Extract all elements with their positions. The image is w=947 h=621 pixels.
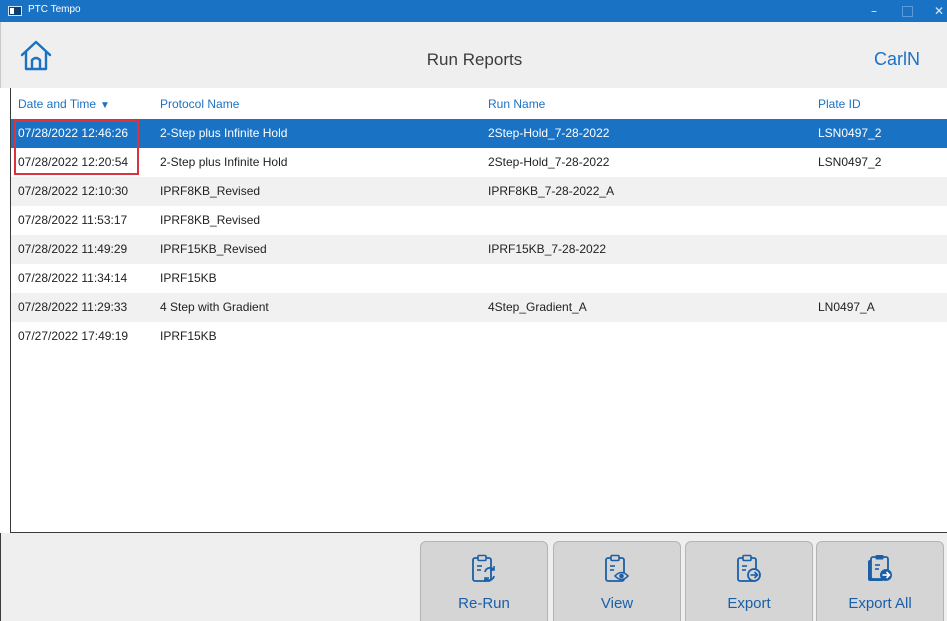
cell-protocol-name: IPRF15KB: [160, 329, 217, 343]
cell-protocol-name: IPRF15KB_Revised: [160, 242, 267, 256]
cell-date-time: 07/28/2022 11:53:17: [18, 213, 128, 227]
cell-plate-id: LSN0497_2: [818, 155, 882, 169]
page-header: Run Reports CarlN: [0, 22, 947, 88]
cell-protocol-name: IPRF8KB_Revised: [160, 213, 261, 227]
close-button[interactable]: ✕: [925, 0, 947, 22]
export-all-button[interactable]: Export All: [816, 541, 944, 621]
column-header-plate-id[interactable]: Plate ID: [818, 97, 861, 111]
rerun-button-label: Re-Run: [458, 595, 510, 612]
cell-date-time: 07/28/2022 11:29:33: [18, 300, 128, 314]
table-row[interactable]: 07/28/2022 11:53:17 IPRF8KB_Revised: [11, 206, 947, 235]
table-header: Date and Time ▼ Protocol Name Run Name Pl…: [11, 88, 947, 119]
title-bar: PTC Tempo – ✕: [0, 0, 947, 22]
table-row[interactable]: 07/28/2022 11:29:33 4 Step with Gradient…: [11, 293, 947, 322]
view-button[interactable]: View: [553, 541, 681, 621]
clipboard-export-all-icon: [868, 555, 892, 581]
page-title: Run Reports: [426, 50, 523, 69]
cell-date-time: 07/27/2022 17:49:19: [18, 329, 129, 343]
minimize-button[interactable]: –: [860, 0, 888, 22]
app-icon: [8, 6, 22, 16]
column-header-date-time-label: Date and Time: [18, 97, 97, 111]
clipboard-view-icon: [605, 554, 630, 582]
export-button-label: Export: [727, 595, 771, 612]
cell-date-time: 07/28/2022 12:46:26: [18, 126, 129, 140]
table-row[interactable]: 07/28/2022 12:20:54 2-Step plus Infinite…: [11, 148, 947, 177]
cell-protocol-name: IPRF15KB: [160, 271, 217, 285]
run-reports-table: Date and Time ▼ Protocol Name Run Name Pl…: [10, 88, 947, 533]
column-header-date-time[interactable]: Date and Time ▼: [18, 97, 110, 111]
table-row[interactable]: 07/28/2022 11:49:29 IPRF15KB_Revised IPR…: [11, 235, 947, 264]
clipboard-rerun-icon: [472, 554, 495, 582]
column-header-run-name[interactable]: Run Name: [488, 97, 545, 111]
cell-protocol-name: 2-Step plus Infinite Hold: [160, 126, 288, 140]
clipboard-export-icon: [737, 554, 761, 582]
sort-descending-icon: ▼: [100, 100, 110, 111]
column-header-protocol-name[interactable]: Protocol Name: [160, 97, 239, 111]
action-bar: Re-Run View Export Export All: [0, 533, 947, 621]
table-row[interactable]: 07/27/2022 17:49:19 IPRF15KB: [11, 322, 947, 351]
user-name[interactable]: CarlN: [874, 49, 920, 70]
cell-run-name: IPRF15KB_7-28-2022: [488, 242, 607, 256]
view-button-label: View: [600, 595, 634, 612]
maximize-button[interactable]: [893, 0, 921, 22]
cell-plate-id: LN0497_A: [818, 300, 875, 314]
cell-date-time: 07/28/2022 11:34:14: [18, 271, 128, 285]
table-row[interactable]: 07/28/2022 11:34:14 IPRF15KB: [11, 264, 947, 293]
cell-run-name: IPRF8KB_7-28-2022_A: [488, 184, 615, 198]
cell-plate-id: LSN0497_2: [818, 126, 882, 140]
export-all-button-label: Export All: [848, 595, 912, 612]
cell-run-name: 4Step_Gradient_A: [488, 300, 587, 314]
cell-protocol-name: 4 Step with Gradient: [160, 300, 269, 314]
export-button[interactable]: Export: [685, 541, 813, 621]
cell-run-name: 2Step-Hold_7-28-2022: [488, 126, 610, 140]
cell-protocol-name: IPRF8KB_Revised: [160, 184, 261, 198]
cell-date-time: 07/28/2022 12:10:30: [18, 184, 129, 198]
cell-run-name: 2Step-Hold_7-28-2022: [488, 155, 610, 169]
cell-date-time: 07/28/2022 12:20:54: [18, 155, 129, 169]
cell-protocol-name: 2-Step plus Infinite Hold: [160, 155, 288, 169]
table-row[interactable]: 07/28/2022 12:46:26 2-Step plus Infinite…: [11, 119, 947, 148]
table-row[interactable]: 07/28/2022 12:10:30 IPRF8KB_Revised IPRF…: [11, 177, 947, 206]
window-title: PTC Tempo: [28, 4, 81, 15]
cell-date-time: 07/28/2022 11:49:29: [18, 242, 128, 256]
rerun-button[interactable]: Re-Run: [420, 541, 548, 621]
